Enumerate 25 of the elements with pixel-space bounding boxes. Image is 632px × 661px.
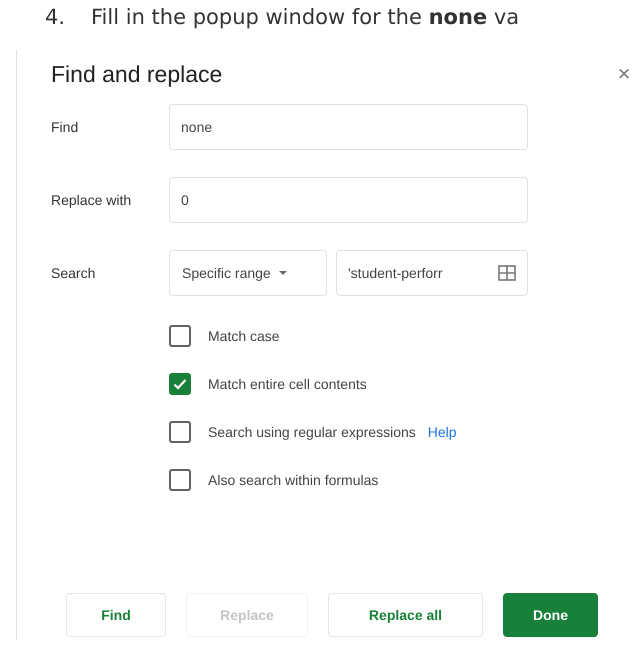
dialog-button[interactable]: Replace all: [328, 593, 483, 637]
checkbox-label: Match case: [208, 326, 280, 346]
dialog-button[interactable]: Find: [66, 593, 166, 637]
instruction-text: Fill in the popup window for the none va: [91, 4, 520, 32]
input-field[interactable]: none: [169, 104, 528, 150]
checkbox[interactable]: [169, 373, 191, 395]
checkbox-label: Search using regular expressions: [208, 422, 416, 442]
dialog-title: Find and replace: [51, 60, 222, 89]
field-label: Search: [51, 264, 96, 282]
input-field[interactable]: 0: [169, 177, 528, 223]
checkbox-label: Also search within formulas: [208, 470, 378, 490]
checkbox[interactable]: [169, 469, 191, 491]
checkbox-label: Match entire cell contents: [208, 374, 367, 394]
checkbox[interactable]: [169, 421, 191, 443]
checkbox[interactable]: [169, 325, 191, 347]
field-label: Find: [51, 118, 80, 136]
close-button[interactable]: ×: [617, 63, 631, 85]
range-field[interactable]: 'student-perforr: [336, 250, 528, 296]
caret-icon: [278, 271, 287, 275]
grid-icon[interactable]: [498, 265, 516, 281]
scope-dropdown[interactable]: Specific range: [169, 250, 327, 296]
step-number: 4.: [45, 4, 66, 32]
field-label: Replace with: [51, 190, 132, 210]
dialog-button[interactable]: Done: [503, 593, 598, 637]
help-link[interactable]: Help: [428, 422, 457, 442]
